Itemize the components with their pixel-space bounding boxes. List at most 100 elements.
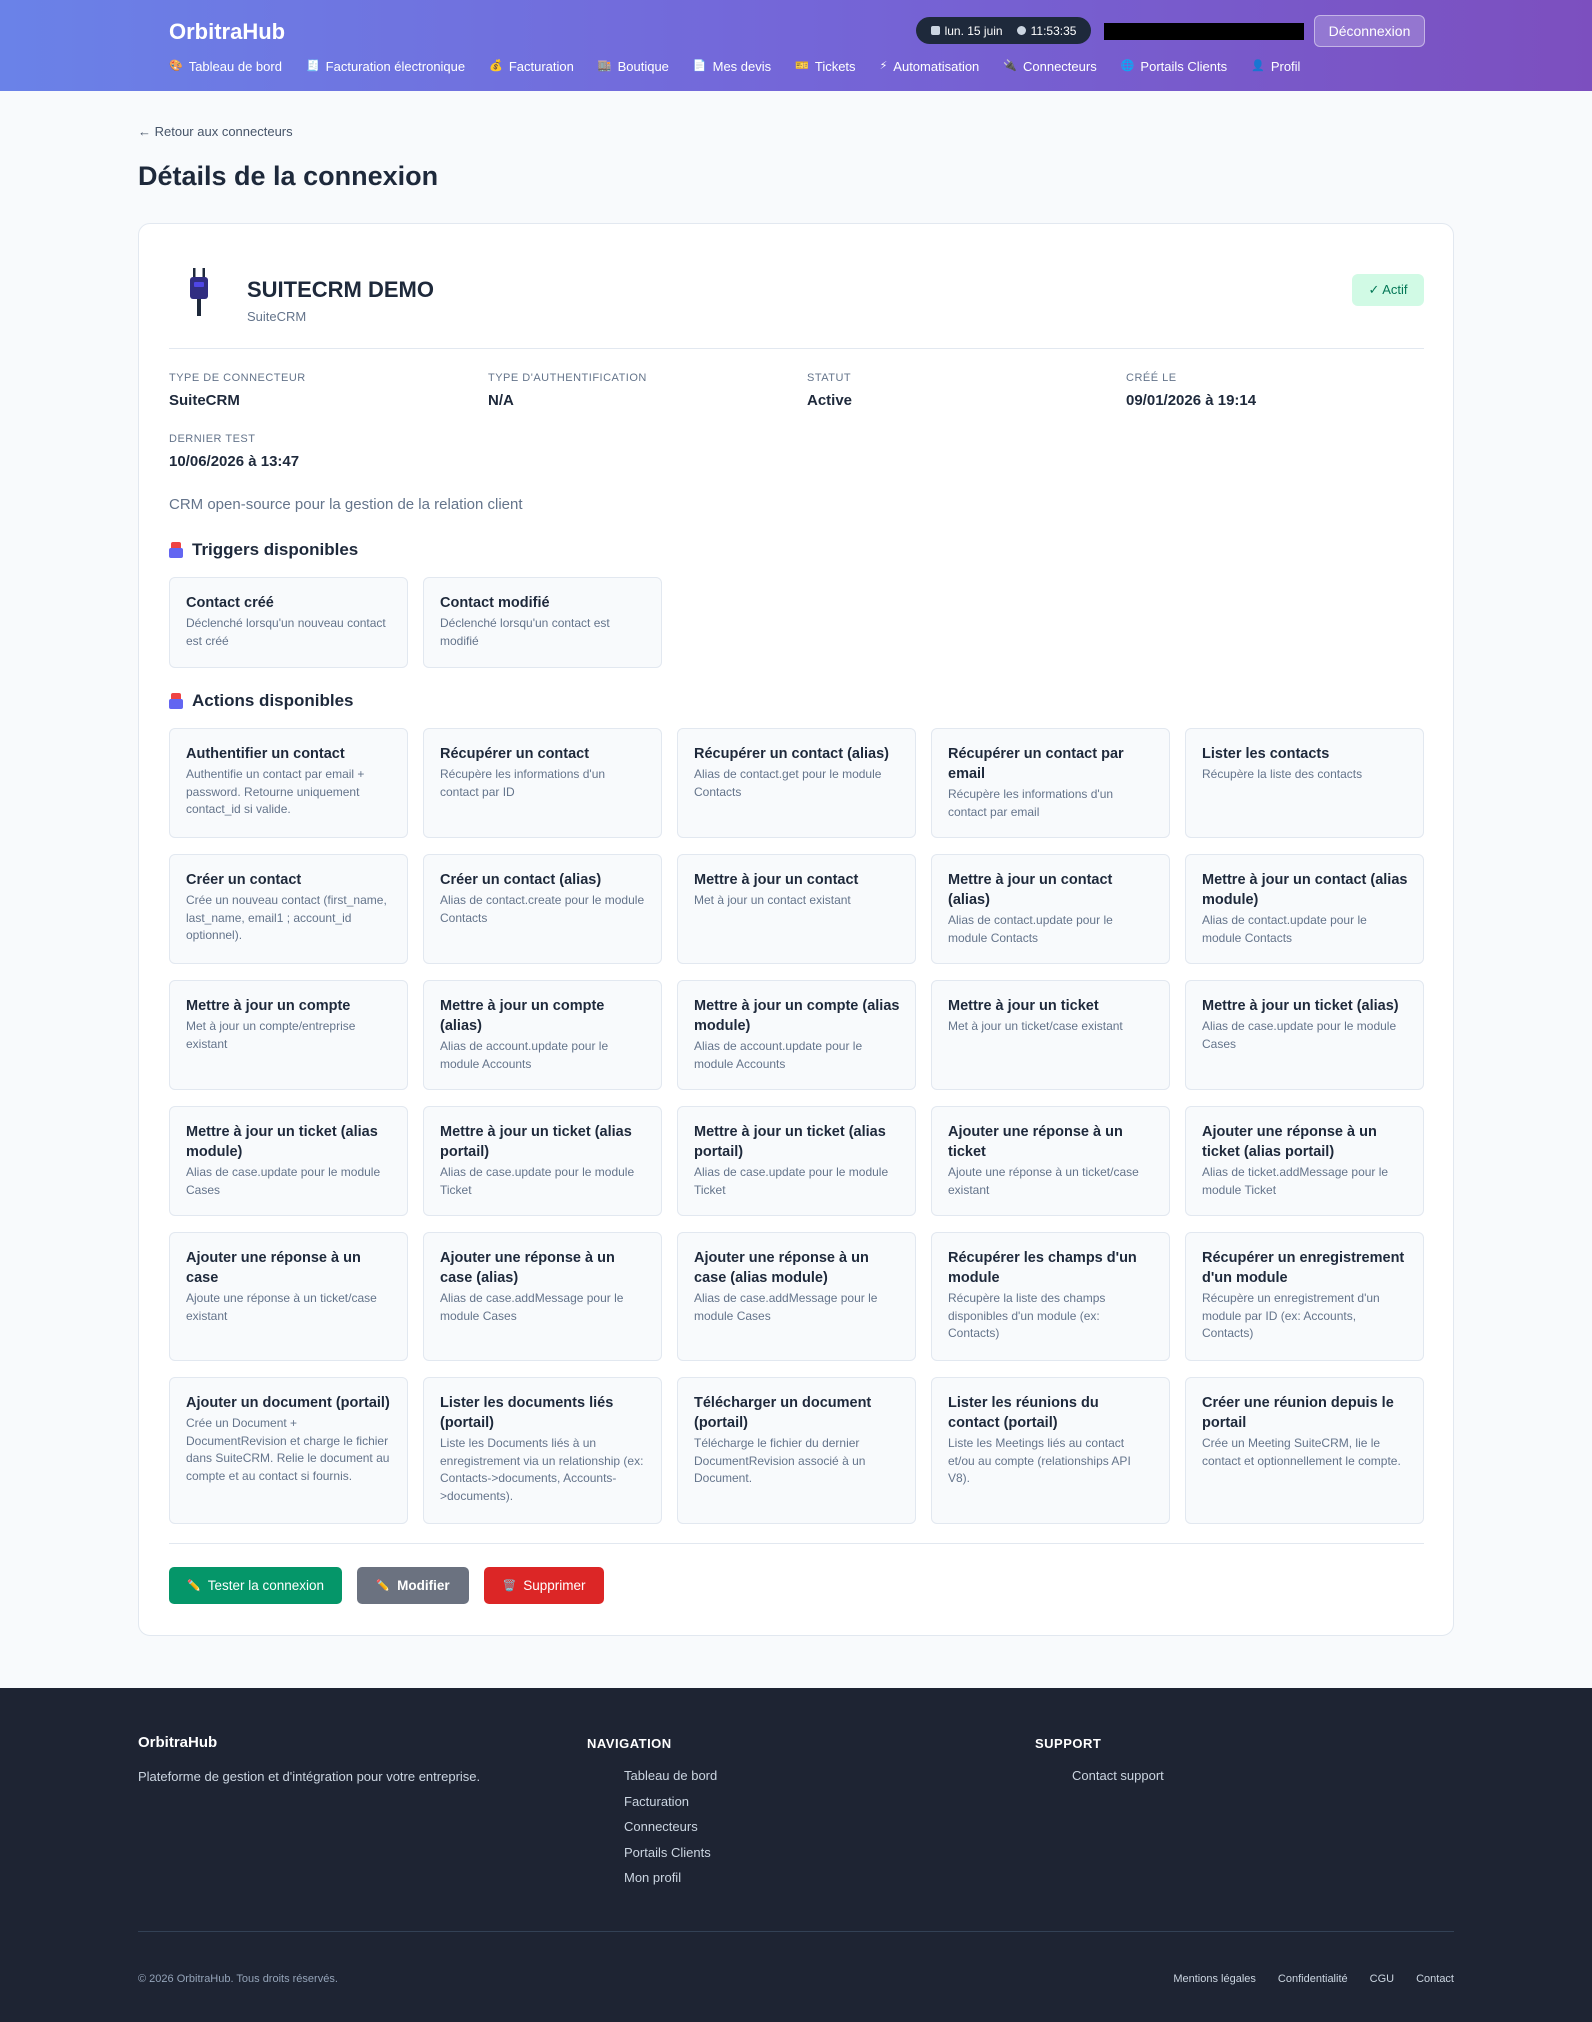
action-card[interactable]: Créer une réunion depuis le portail Crée … — [1185, 1377, 1424, 1524]
action-card[interactable]: Créer un contact (alias) Alias de contact… — [423, 854, 662, 964]
nav-item-connectors[interactable]: 🔌 Connecteurs — [1003, 59, 1096, 74]
action-card[interactable]: Récupérer les champs d'un module Récupère… — [931, 1232, 1170, 1361]
action-card[interactable]: Mettre à jour un ticket Met à jour un tic… — [931, 980, 1170, 1090]
card-description: Récupère un enregistrement d'un module p… — [1202, 1291, 1380, 1340]
back-to-connectors-link[interactable]: ← Retour aux connecteurs — [138, 124, 293, 139]
action-card[interactable]: Télécharger un document (portail) Télécha… — [677, 1377, 916, 1524]
footer-link-invoicing[interactable]: Facturation — [624, 1794, 717, 1820]
card-title: Mettre à jour un compte (alias) — [440, 998, 605, 1034]
action-card[interactable]: Mettre à jour un ticket (alias module) Al… — [169, 1106, 408, 1216]
pencil-icon: ✏️ — [186, 1580, 201, 1592]
nav-item-automation[interactable]: ⚡ Automatisation — [880, 59, 980, 74]
card-description: Alias de ticket.addMessage pour le modul… — [1202, 1165, 1389, 1197]
top-header: OrbitraHub lun. 15 juin 11:53:35 Déconne… — [0, 0, 1592, 91]
brand-logo[interactable]: OrbitraHub — [169, 19, 285, 45]
action-card[interactable]: Mettre à jour un compte Met à jour un com… — [169, 980, 408, 1090]
action-card[interactable]: Mettre à jour un compte (alias) Alias de … — [423, 980, 662, 1090]
card-description: Ajoute une réponse à un ticket/case exis… — [186, 1291, 377, 1323]
action-card[interactable]: Ajouter une réponse à un ticket Ajoute un… — [931, 1106, 1170, 1216]
clock-icon — [1016, 26, 1026, 35]
nav-item-profile[interactable]: 👤 Profil — [1251, 59, 1300, 74]
action-card[interactable]: Récupérer un contact (alias) Alias de con… — [677, 728, 916, 838]
card-description: Met à jour un ticket/case existant — [948, 1019, 1123, 1033]
action-card[interactable]: Mettre à jour un ticket (alias) Alias de … — [1185, 980, 1424, 1090]
edit-button[interactable]: ✏️ Modifier — [357, 1567, 469, 1604]
card-description: Récupère la liste des contacts — [1202, 767, 1363, 781]
delete-button[interactable]: 🗑️ Supprimer — [484, 1567, 604, 1604]
action-card[interactable]: Créer un contact Crée un nouveau contact … — [169, 854, 408, 964]
action-card[interactable]: Mettre à jour un contact (alias module) A… — [1185, 854, 1424, 964]
nav-item-invoicing[interactable]: 💰 Facturation — [489, 59, 574, 74]
action-card[interactable]: Ajouter une réponse à un ticket (alias p… — [1185, 1106, 1424, 1216]
legal-links: Mentions légales Confidentialité CGU Con… — [1173, 1973, 1454, 1985]
card-title: Mettre à jour un ticket (alias) — [1202, 998, 1399, 1014]
trigger-card[interactable]: Contact créé Déclenché lorsqu'un nouveau … — [169, 577, 408, 668]
card-description: Alias de case.update pour le module Tick… — [440, 1165, 635, 1197]
nav-item-shop[interactable]: 🏬 Boutique — [598, 59, 669, 74]
action-card[interactable]: Mettre à jour un ticket (alias portail) A… — [677, 1106, 916, 1216]
footer-link-connectors[interactable]: Connecteurs — [624, 1819, 717, 1845]
footer-link-profile[interactable]: Mon profil — [624, 1870, 717, 1896]
card-title: Ajouter une réponse à un case (alias) — [440, 1250, 615, 1286]
card-description: Déclenché lorsqu'un contact est modifié — [440, 616, 610, 648]
outbox-tray-icon — [169, 693, 183, 709]
action-card[interactable]: Récupérer un contact par email Récupère l… — [931, 728, 1170, 838]
card-description: Alias de contact.update pour le module C… — [1202, 913, 1367, 945]
action-card[interactable]: Lister les documents liés (portail) Liste… — [423, 1377, 662, 1524]
ticket-icon: 🎫 — [795, 60, 809, 72]
action-card[interactable]: Mettre à jour un compte (alias module) Al… — [677, 980, 916, 1090]
moneybag-icon: 💰 — [489, 60, 503, 72]
nav-item-tickets[interactable]: 🎫 Tickets — [795, 59, 855, 74]
legal-link-contact[interactable]: Contact — [1416, 1973, 1454, 1985]
trigger-card[interactable]: Contact modifié Déclenché lorsqu'un conta… — [423, 577, 662, 668]
redacted-user-bar — [1104, 23, 1304, 40]
test-connection-button[interactable]: ✏️ Tester la connexion — [169, 1567, 342, 1604]
nav-item-quotes[interactable]: 📄 Mes devis — [693, 59, 771, 74]
card-title: Ajouter une réponse à un case (alias mod… — [694, 1250, 869, 1286]
status-badge: ✓ Actif — [1352, 274, 1424, 306]
plug-icon: 🔌 — [1003, 60, 1017, 72]
meta-value: Active — [807, 392, 853, 409]
legal-link-privacy[interactable]: Confidentialité — [1278, 1973, 1348, 1985]
nav-item-dashboard[interactable]: 🎨 Tableau de bord — [169, 59, 282, 74]
meta-label: Type d'authentification — [488, 372, 647, 384]
nav-item-e-invoicing[interactable]: 🧾 Facturation électronique — [306, 59, 465, 74]
action-card[interactable]: Ajouter une réponse à un case (alias mod… — [677, 1232, 916, 1361]
footer-support-title: SUPPORT — [1035, 1736, 1102, 1751]
card-description: Récupère les informations d'un contact p… — [440, 767, 606, 799]
card-title: Mettre à jour un ticket — [948, 998, 1099, 1014]
card-title: Récupérer les champs d'un module — [948, 1250, 1137, 1286]
card-title: Mettre à jour un contact (alias module) — [1202, 872, 1408, 908]
footer: OrbitraHub Plateforme de gestion et d'in… — [0, 1688, 1592, 2022]
footer-link-dashboard[interactable]: Tableau de bord — [624, 1768, 717, 1794]
action-card[interactable]: Authentifier un contact Authentifie un co… — [169, 728, 408, 838]
card-title: Mettre à jour un compte (alias module) — [694, 998, 900, 1034]
action-card[interactable]: Ajouter une réponse à un case (alias) Ali… — [423, 1232, 662, 1361]
card-description: Liste les Meetings liés au contact et/ou… — [948, 1436, 1131, 1485]
logout-button[interactable]: Déconnexion — [1314, 15, 1425, 47]
action-card[interactable]: Ajouter une réponse à un case Ajoute une … — [169, 1232, 408, 1361]
meta-created-at: Créé le 09/01/2026 à 19:14 — [1126, 372, 1256, 409]
meta-last-test: Dernier test 10/06/2026 à 13:47 — [169, 433, 299, 470]
action-card[interactable]: Ajouter un document (portail) Crée un Doc… — [169, 1377, 408, 1524]
card-title: Créer un contact (alias) — [440, 872, 602, 888]
action-card[interactable]: Récupérer un enregistrement d'un module R… — [1185, 1232, 1424, 1361]
nav-label: Connecteurs — [1023, 59, 1097, 74]
card-title: Ajouter une réponse à un case — [186, 1250, 361, 1286]
store-icon: 🏬 — [597, 60, 612, 72]
action-card[interactable]: Lister les réunions du contact (portail)… — [931, 1377, 1170, 1524]
nav-item-client-portals[interactable]: 🌐 Portails Clients — [1121, 59, 1227, 74]
card-description: Alias de contact.update pour le module C… — [948, 913, 1113, 945]
legal-link-terms[interactable]: CGU — [1370, 1973, 1394, 1985]
footer-link-contact-support[interactable]: Contact support — [1072, 1768, 1164, 1794]
card-title: Créer un contact — [186, 872, 302, 888]
action-card[interactable]: Mettre à jour un contact (alias) Alias de… — [931, 854, 1170, 964]
action-card[interactable]: Récupérer un contact Récupère les informa… — [423, 728, 662, 838]
footer-link-client-portals[interactable]: Portails Clients — [624, 1845, 717, 1871]
legal-link-mentions[interactable]: Mentions légales — [1173, 1973, 1256, 1985]
action-card[interactable]: Mettre à jour un contact Met à jour un co… — [677, 854, 916, 964]
card-description: Alias de account.update pour le module A… — [440, 1039, 609, 1071]
action-card[interactable]: Mettre à jour un ticket (alias portail) A… — [423, 1106, 662, 1216]
action-card[interactable]: Lister les contacts Récupère la liste des… — [1185, 728, 1424, 838]
card-description: Alias de contact.create pour le module C… — [440, 893, 645, 925]
